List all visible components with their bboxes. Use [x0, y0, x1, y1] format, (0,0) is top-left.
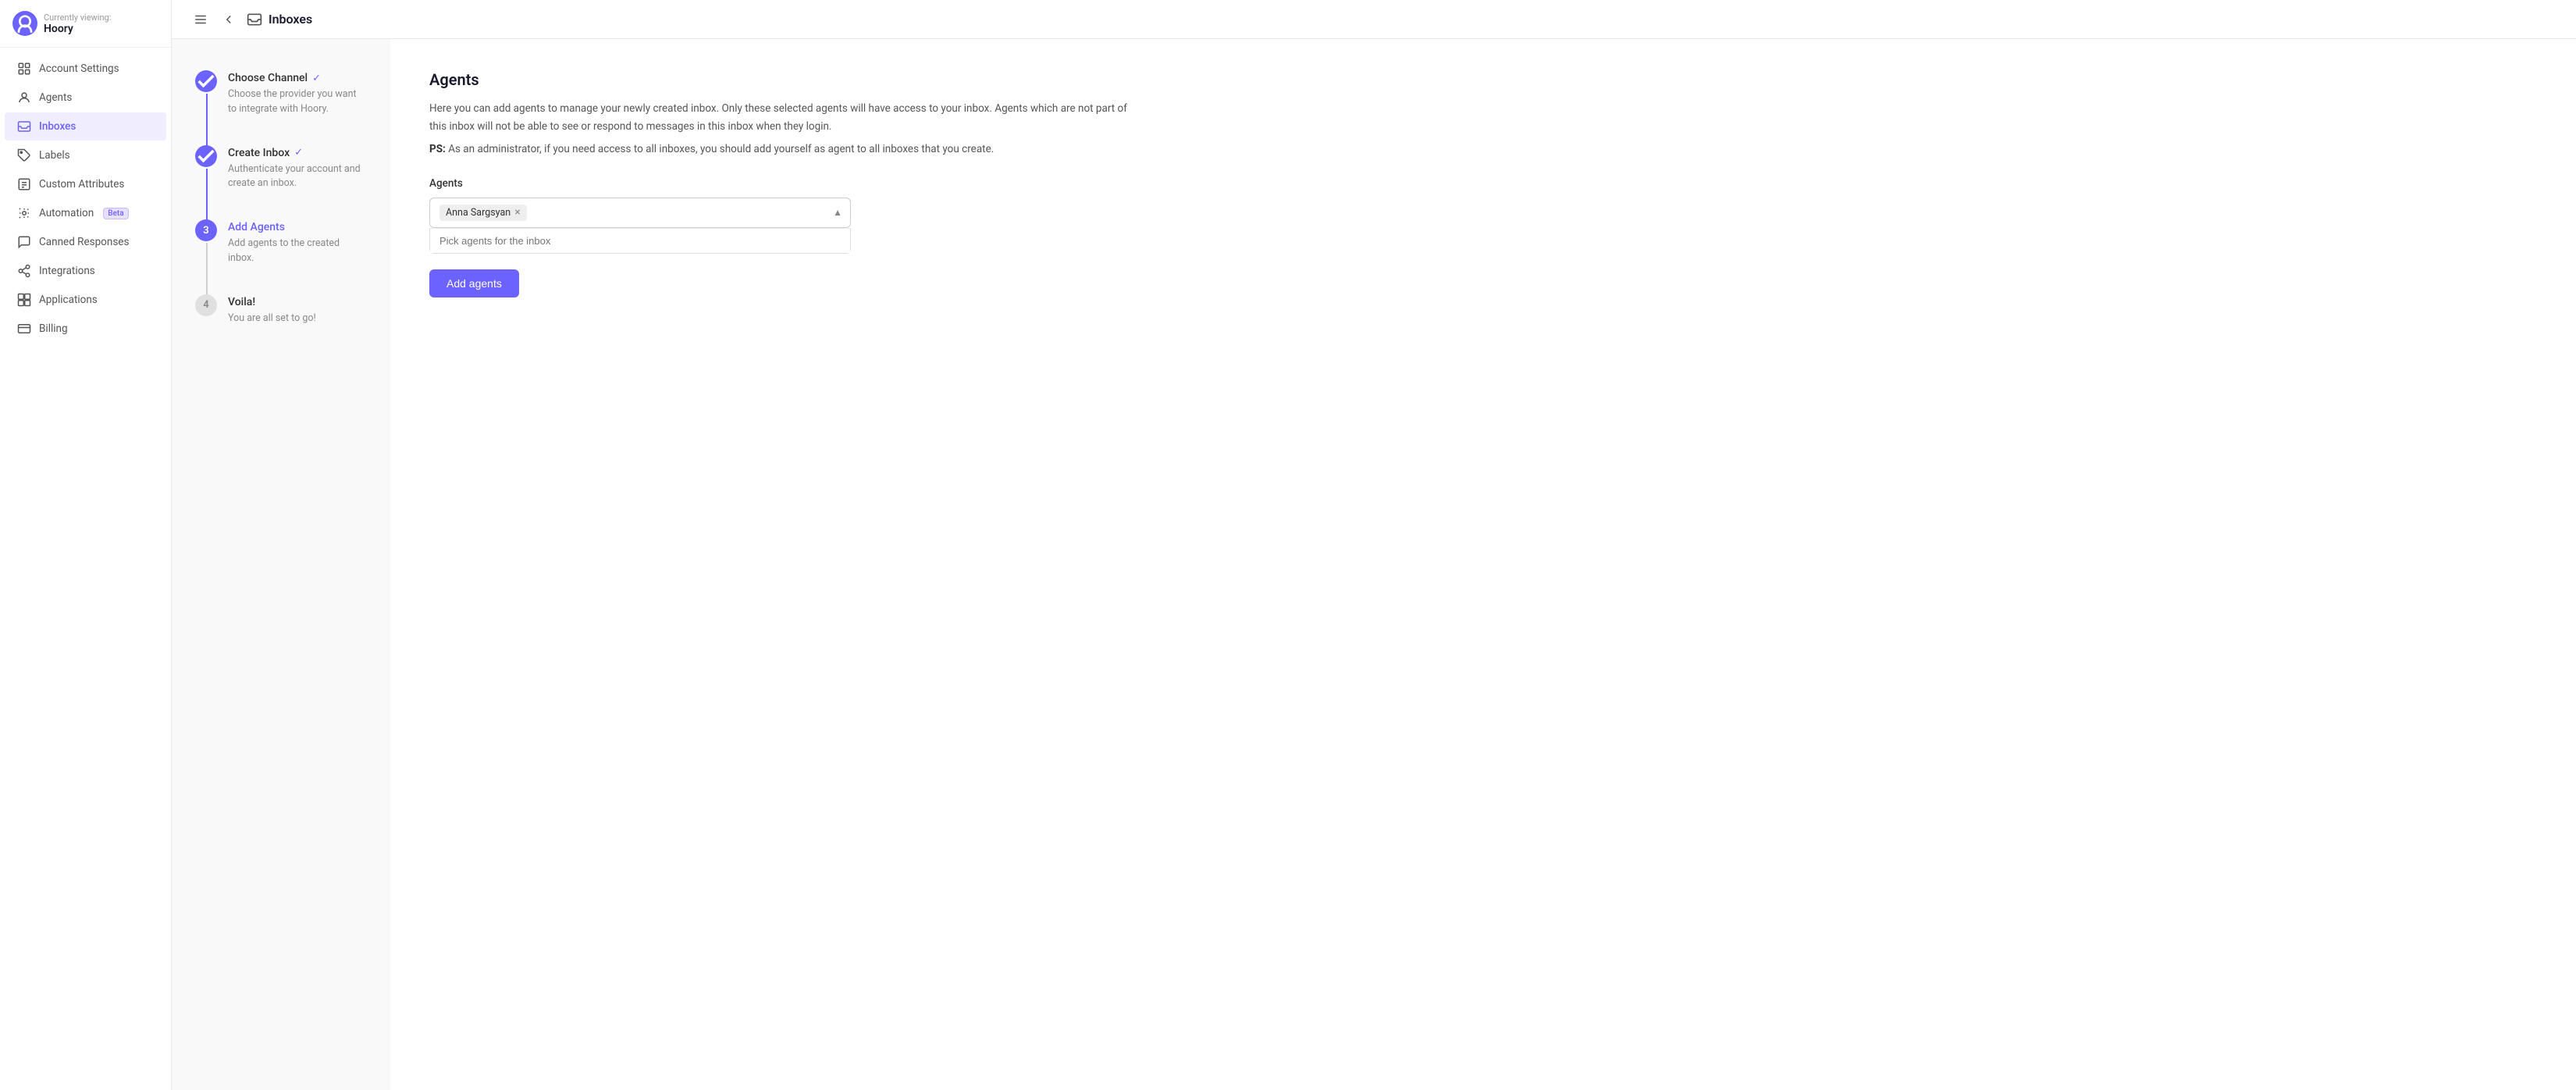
step-2-check: ✓	[294, 147, 303, 159]
content-area: Choose Channel ✓ Choose the provider you…	[172, 39, 2576, 1090]
applications-icon	[17, 293, 31, 307]
sidebar-label-canned-responses: Canned Responses	[39, 236, 129, 248]
sidebar-header: Currently viewing: Hoory	[0, 0, 171, 48]
form-panel: Agents Here you can add agents to manage…	[390, 39, 2576, 1090]
agents-input-box[interactable]: Anna Sargsyan × ▲	[429, 198, 851, 228]
topbar: Inboxes	[172, 0, 2576, 39]
step-3-desc: Add agents to the created inbox.	[228, 237, 367, 266]
ps-prefix: PS:	[429, 143, 446, 155]
agents-field-label: Agents	[429, 177, 2537, 190]
step-1-content: Choose Channel ✓ Choose the provider you…	[228, 70, 367, 117]
sidebar-item-automation[interactable]: Automation Beta	[5, 199, 166, 227]
add-agents-button[interactable]: Add agents	[429, 269, 519, 297]
form-heading: Agents	[429, 70, 2537, 89]
step-4-content: Voila! You are all set to go!	[228, 294, 316, 326]
sidebar-label-inboxes: Inboxes	[39, 120, 76, 133]
step-1-circle	[195, 70, 217, 92]
settings-icon	[17, 62, 31, 76]
step-1-desc: Choose the provider you want to integrat…	[228, 87, 367, 117]
automation-beta-badge: Beta	[103, 208, 128, 219]
sidebar-label-labels: Labels	[39, 149, 70, 162]
sidebar-label-applications: Applications	[39, 294, 98, 306]
step-2-desc: Authenticate your account and create an …	[228, 162, 367, 192]
agents-search-dropdown	[429, 228, 851, 254]
agents-icon	[17, 91, 31, 105]
nav-list: Account Settings Agents Inboxes	[0, 48, 171, 1090]
agent-tag-anna: Anna Sargsyan ×	[439, 205, 527, 221]
billing-icon	[17, 322, 31, 336]
step-4: 4 Voila! You are all set to go!	[195, 294, 367, 326]
automation-icon	[17, 206, 31, 220]
step-4-title: Voila!	[228, 296, 316, 308]
form-ps: PS: As an administrator, if you need acc…	[429, 141, 1132, 159]
agent-tag-remove[interactable]: ×	[514, 207, 520, 218]
sidebar-label-automation: Automation	[39, 207, 94, 219]
sidebar-item-custom-attributes[interactable]: Custom Attributes	[5, 170, 166, 198]
back-button[interactable]	[219, 9, 239, 30]
sidebar-item-canned-responses[interactable]: Canned Responses	[5, 228, 166, 256]
account-name: Hoory	[44, 23, 111, 35]
main-area: Inboxes Choose Channel ✓ Choose the prov…	[172, 0, 2576, 1090]
labels-icon	[17, 148, 31, 162]
chevron-up-icon: ▲	[833, 207, 842, 218]
step-3: 3 Add Agents Add agents to the created i…	[195, 219, 367, 266]
agent-tag-name: Anna Sargsyan	[446, 207, 511, 219]
sidebar-label-integrations: Integrations	[39, 265, 95, 277]
menu-toggle-button[interactable]	[190, 9, 211, 30]
step-3-title: Add Agents	[228, 221, 367, 233]
step-4-desc: You are all set to go!	[228, 312, 316, 326]
step-1-check: ✓	[312, 73, 321, 84]
sidebar-item-labels[interactable]: Labels	[5, 141, 166, 169]
ps-text: As an administrator, if you need access …	[448, 143, 994, 155]
steps-panel: Choose Channel ✓ Choose the provider you…	[172, 39, 390, 1090]
sidebar-label-account-settings: Account Settings	[39, 62, 119, 75]
step-2-circle	[195, 145, 217, 167]
step-2-content: Create Inbox ✓ Authenticate your account…	[228, 145, 367, 192]
sidebar-item-billing[interactable]: Billing	[5, 315, 166, 343]
agents-dropdown-container: Anna Sargsyan × ▲	[429, 198, 851, 254]
canned-icon	[17, 235, 31, 249]
integrations-icon	[17, 264, 31, 278]
page-title: Inboxes	[269, 12, 312, 27]
step-2: Create Inbox ✓ Authenticate your account…	[195, 145, 367, 192]
sidebar-item-inboxes[interactable]: Inboxes	[5, 112, 166, 141]
app-logo	[12, 11, 37, 36]
step-1-title: Choose Channel ✓	[228, 72, 367, 84]
step-4-circle: 4	[195, 294, 217, 316]
page-inbox-icon	[247, 12, 262, 27]
step-1: Choose Channel ✓ Choose the provider you…	[195, 70, 367, 117]
form-description: Here you can add agents to manage your n…	[429, 100, 1132, 136]
step-3-circle: 3	[195, 219, 217, 241]
custom-attr-icon	[17, 177, 31, 191]
inbox-icon	[17, 119, 31, 134]
sidebar-item-applications[interactable]: Applications	[5, 286, 166, 314]
sidebar-label-custom-attributes: Custom Attributes	[39, 178, 124, 191]
sidebar-item-account-settings[interactable]: Account Settings	[5, 55, 166, 83]
sidebar-label-agents: Agents	[39, 91, 72, 104]
sidebar-item-integrations[interactable]: Integrations	[5, 257, 166, 285]
viewing-label: Currently viewing:	[44, 12, 111, 23]
page-title-area: Inboxes	[247, 12, 312, 27]
step-2-title: Create Inbox ✓	[228, 147, 367, 159]
agents-search-input[interactable]	[430, 228, 850, 253]
step-3-content: Add Agents Add agents to the created inb…	[228, 219, 367, 266]
sidebar-label-billing: Billing	[39, 322, 68, 335]
sidebar: Currently viewing: Hoory Account Setting…	[0, 0, 172, 1090]
sidebar-item-agents[interactable]: Agents	[5, 84, 166, 112]
